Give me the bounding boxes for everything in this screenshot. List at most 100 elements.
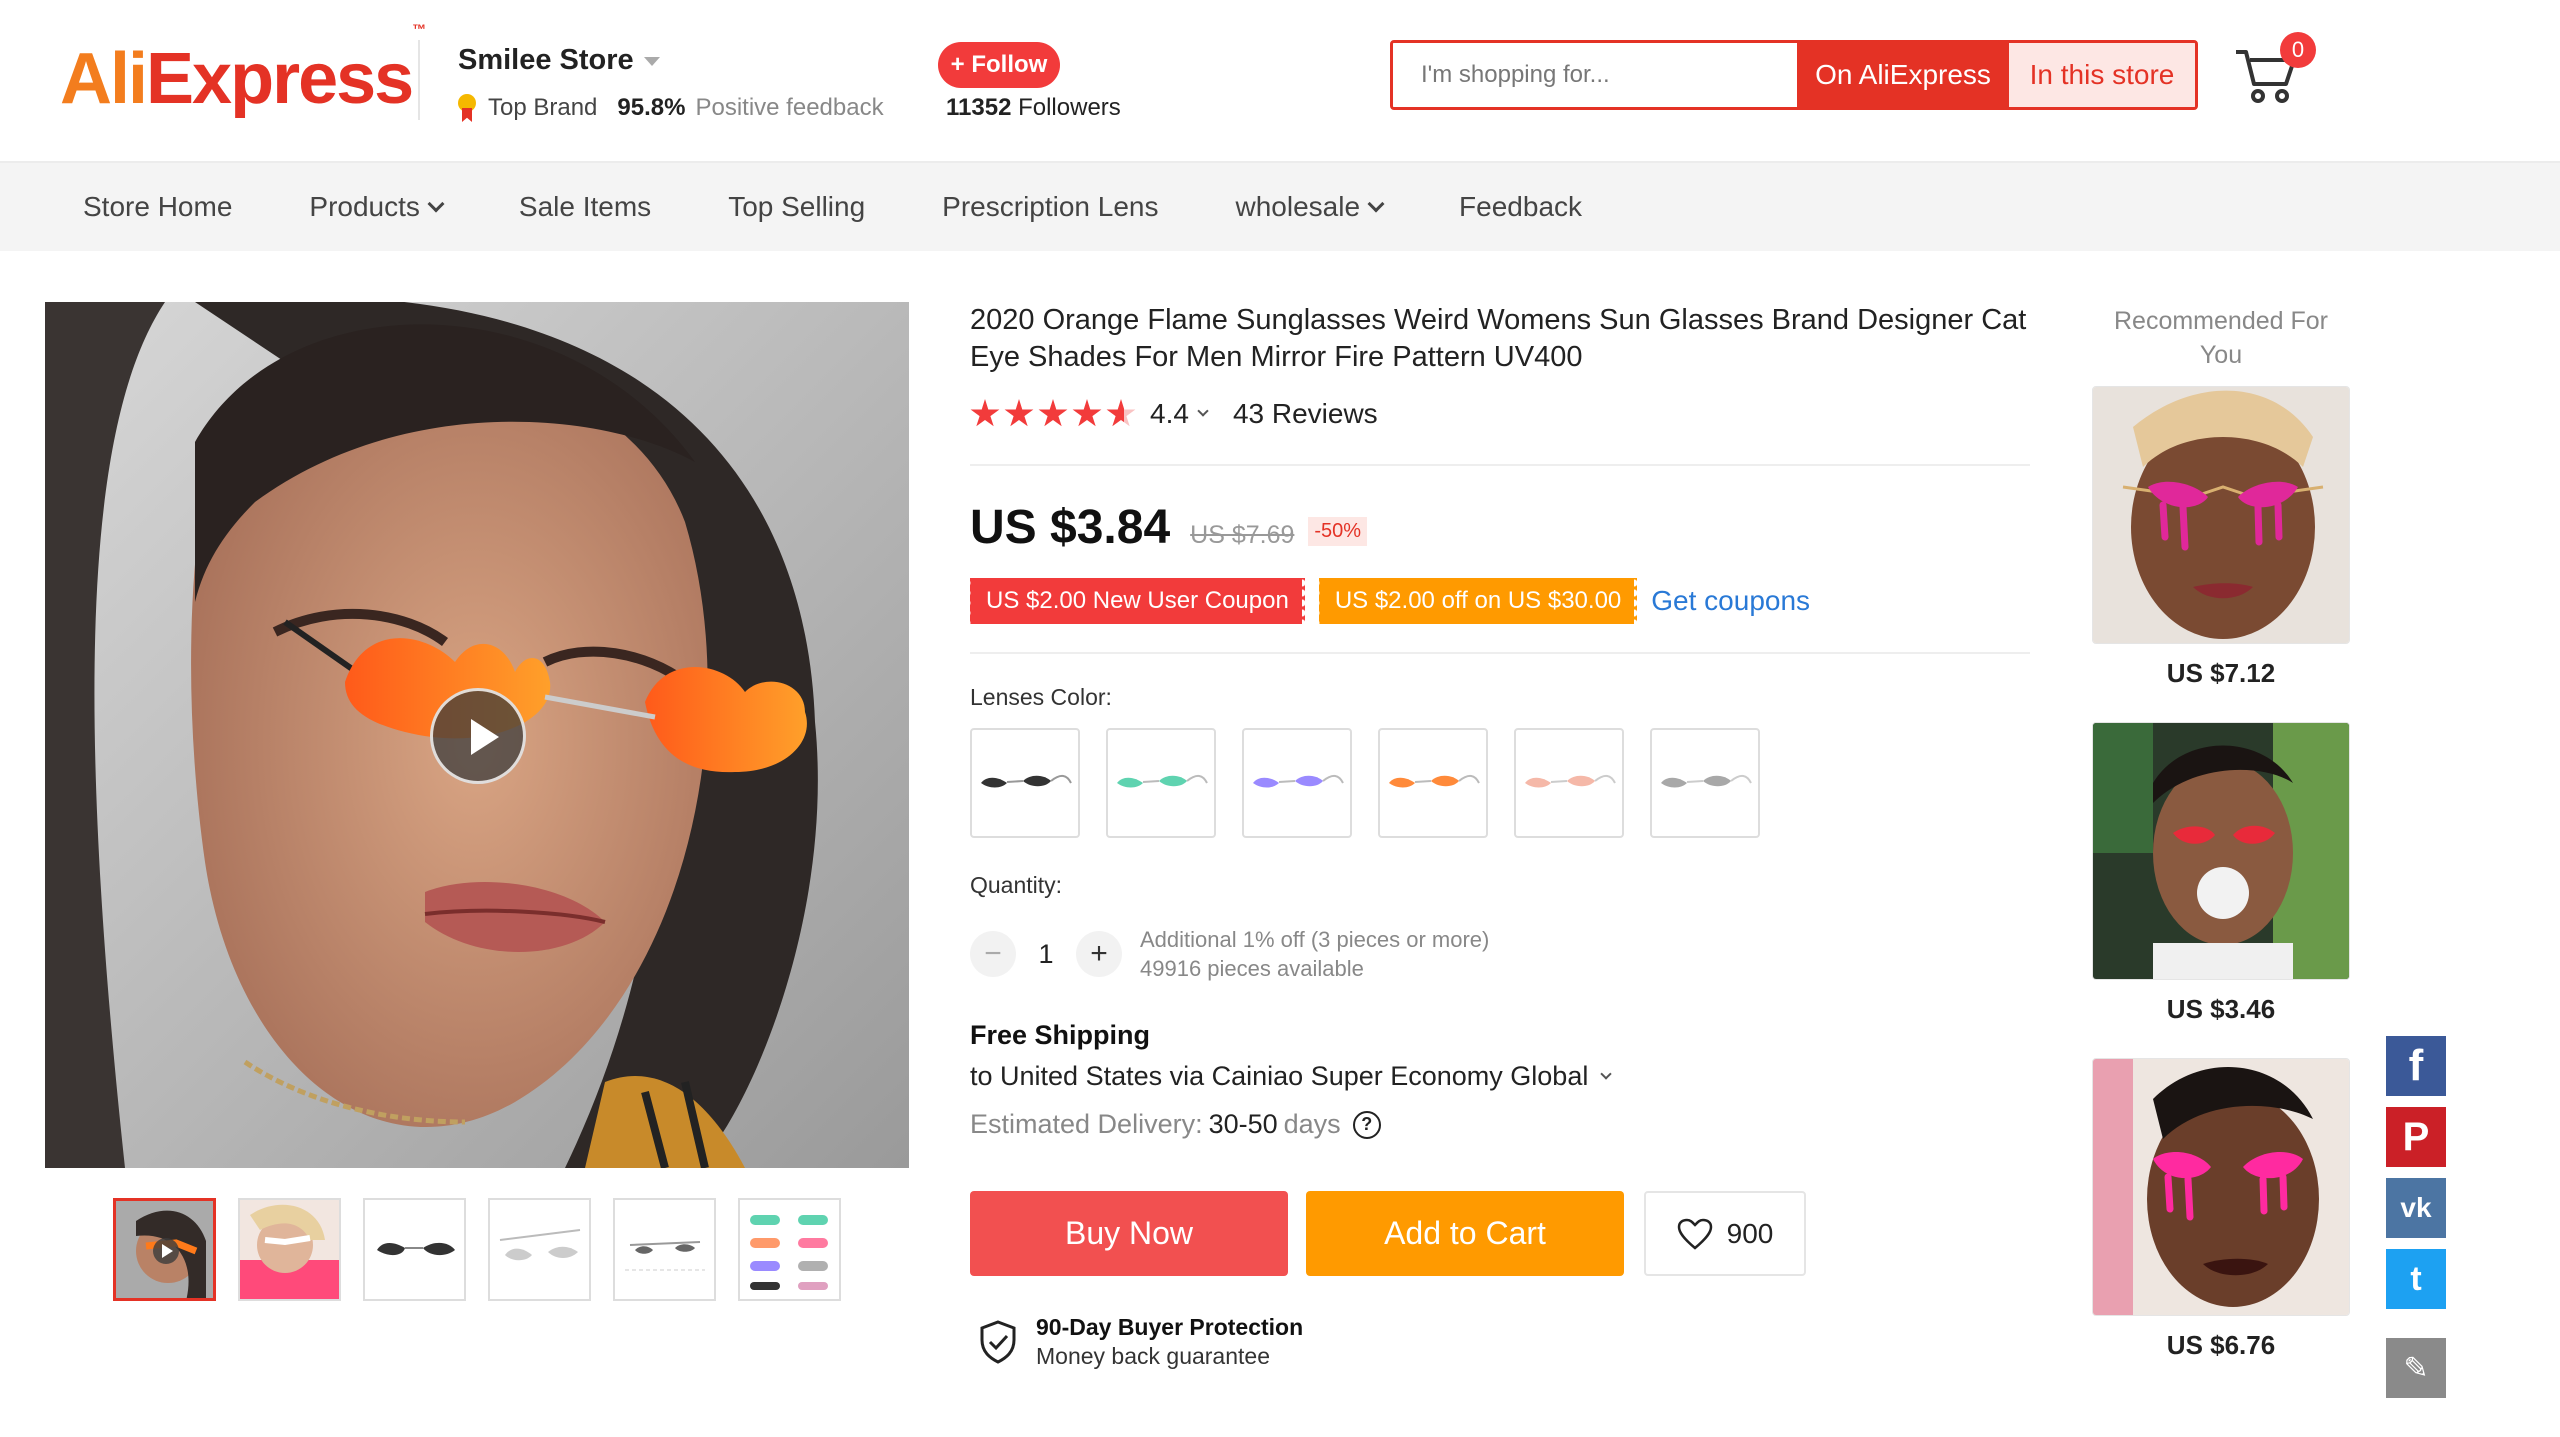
thumbnail-strip bbox=[113, 1198, 841, 1301]
site-header: AliExpress™ Smilee Store Top Brand 95.8%… bbox=[0, 0, 2560, 163]
estimated-delivery: Estimated Delivery: 30-50 days ? bbox=[970, 1109, 1381, 1140]
recommended-image[interactable] bbox=[2092, 386, 2350, 644]
store-nav: Store Home Products Sale Items Top Selli… bbox=[0, 163, 2560, 251]
star-icon bbox=[1072, 399, 1102, 427]
original-price: US $7.69 bbox=[1190, 521, 1295, 549]
discount-badge: -50% bbox=[1308, 517, 1368, 546]
top-brand-label: Top Brand bbox=[488, 94, 598, 121]
rating-row: 4.4 43 Reviews bbox=[970, 398, 1378, 430]
nav-store-home[interactable]: Store Home bbox=[83, 191, 232, 223]
quantity-increase-button[interactable]: + bbox=[1076, 931, 1122, 977]
reviews-link[interactable]: 43 Reviews bbox=[1233, 398, 1378, 430]
aliexpress-logo[interactable]: AliExpress™ bbox=[60, 21, 426, 120]
recommended-image[interactable] bbox=[2092, 1058, 2350, 1316]
nav-wholesale[interactable]: wholesale bbox=[1236, 191, 1385, 223]
swatch-purple[interactable] bbox=[1242, 728, 1352, 838]
recommended-title: Recommended For You bbox=[2114, 307, 2328, 369]
wishlist-count: 900 bbox=[1726, 1217, 1774, 1249]
current-price: US $3.84 bbox=[970, 501, 1171, 554]
chevron-down-icon bbox=[427, 195, 445, 213]
vk-share-icon[interactable]: vk bbox=[2386, 1178, 2446, 1238]
coupons-row: US $2.00 New User Coupon US $2.00 off on… bbox=[967, 578, 1810, 624]
product-title: 2020 Orange Flame Sunglasses Weird Women… bbox=[970, 304, 2027, 373]
shipping-title: Free Shipping bbox=[970, 1020, 1151, 1050]
store-name[interactable]: Smilee Store bbox=[458, 44, 660, 77]
quantity-decrease-button[interactable]: − bbox=[970, 931, 1016, 977]
nav-feedback[interactable]: Feedback bbox=[1459, 191, 1582, 223]
nav-prescription-lens[interactable]: Prescription Lens bbox=[942, 191, 1158, 223]
play-video-button[interactable] bbox=[430, 688, 526, 784]
pieces-available: 49916 pieces available bbox=[1140, 956, 1364, 981]
protection-subtitle: Money back guarantee bbox=[1036, 1343, 1270, 1369]
recommended-item[interactable]: US $3.46 bbox=[2092, 722, 2350, 1025]
quantity-value[interactable]: 1 bbox=[1016, 939, 1076, 970]
shield-check-icon bbox=[980, 1320, 1016, 1364]
top-brand-badge-icon bbox=[456, 94, 478, 122]
followers-count: 11352 Followers bbox=[946, 94, 1121, 121]
buy-now-button[interactable]: Buy Now bbox=[970, 1191, 1288, 1276]
search-in-store-button[interactable]: In this store bbox=[2009, 43, 2195, 107]
pinterest-share-icon[interactable]: P bbox=[2386, 1107, 2446, 1167]
star-icon bbox=[1038, 399, 1068, 427]
divider bbox=[970, 652, 2030, 654]
swatch-orange[interactable] bbox=[1378, 728, 1488, 838]
wishlist-button[interactable]: 900 bbox=[1644, 1191, 1806, 1276]
positive-feedback-label: Positive feedback bbox=[695, 94, 884, 121]
swatch-teal[interactable] bbox=[1106, 728, 1216, 838]
swatch-pink[interactable] bbox=[1514, 728, 1624, 838]
nav-products[interactable]: Products bbox=[309, 191, 445, 223]
quantity-label: Quantity: bbox=[970, 872, 1063, 898]
chevron-down-icon bbox=[643, 56, 660, 66]
star-half-icon bbox=[1106, 399, 1136, 427]
quantity-discount-note: Additional 1% off (3 pieces or more) bbox=[1140, 927, 1490, 952]
recommended-price: US $6.76 bbox=[2166, 1330, 2276, 1360]
add-to-cart-button[interactable]: Add to Cart bbox=[1306, 1191, 1624, 1276]
edit-icon[interactable]: ✎ bbox=[2386, 1338, 2446, 1398]
recommended-price: US $7.12 bbox=[2166, 658, 2276, 688]
shipping-method[interactable]: to United States via Cainiao Super Econo… bbox=[970, 1061, 1613, 1092]
star-icon bbox=[970, 399, 1000, 427]
swatch-black[interactable] bbox=[970, 728, 1080, 838]
thumbnail-4[interactable] bbox=[488, 1198, 591, 1301]
recommended-price: US $3.46 bbox=[2166, 994, 2276, 1024]
store-coupon[interactable]: US $2.00 off on US $30.00 bbox=[1315, 578, 1641, 624]
thumbnail-6[interactable] bbox=[738, 1198, 841, 1301]
nav-sale-items[interactable]: Sale Items bbox=[519, 191, 651, 223]
recommended-image[interactable] bbox=[2092, 722, 2350, 980]
thumbnail-1[interactable] bbox=[113, 1198, 216, 1301]
lens-color-swatches bbox=[970, 728, 1760, 838]
rating-value[interactable]: 4.4 bbox=[1150, 398, 1189, 430]
recommended-item[interactable]: US $7.12 bbox=[2092, 386, 2350, 689]
chevron-down-icon bbox=[1367, 195, 1385, 213]
thumbnail-3[interactable] bbox=[363, 1198, 466, 1301]
protection-title: 90-Day Buyer Protection bbox=[1036, 1314, 1304, 1340]
help-icon[interactable]: ? bbox=[1352, 1110, 1381, 1139]
search-input[interactable] bbox=[1393, 43, 1797, 107]
recommended-item[interactable]: US $6.76 bbox=[2092, 1058, 2350, 1361]
quantity-info: Additional 1% off (3 pieces or more) 499… bbox=[1140, 925, 1489, 983]
cart-count-badge: 0 bbox=[2280, 32, 2316, 68]
nav-top-selling[interactable]: Top Selling bbox=[728, 191, 865, 223]
facebook-share-icon[interactable]: f bbox=[2386, 1036, 2446, 1096]
quantity-stepper: − 1 + Additional 1% off (3 pieces or mor… bbox=[970, 925, 1489, 983]
buyer-protection: 90-Day Buyer Protection Money back guara… bbox=[978, 1313, 1303, 1371]
header-divider bbox=[418, 40, 420, 120]
new-user-coupon[interactable]: US $2.00 New User Coupon bbox=[967, 578, 1308, 624]
thumbnail-2[interactable] bbox=[238, 1198, 341, 1301]
heart-icon bbox=[1677, 1218, 1712, 1250]
search-bar: On AliExpress In this store bbox=[1390, 40, 2198, 110]
star-icon bbox=[1004, 399, 1034, 427]
divider bbox=[970, 464, 2030, 466]
follow-button[interactable]: + Follow bbox=[938, 42, 1060, 88]
chevron-down-icon bbox=[1600, 1067, 1613, 1080]
store-meta: Top Brand 95.8% Positive feedback bbox=[456, 94, 884, 122]
price-row: US $3.84 US $7.69 -50% bbox=[970, 500, 1368, 555]
twitter-share-icon[interactable]: t bbox=[2386, 1249, 2446, 1309]
thumbnail-5[interactable] bbox=[613, 1198, 716, 1301]
search-on-aliexpress-button[interactable]: On AliExpress bbox=[1797, 43, 2009, 107]
swatch-silver[interactable] bbox=[1650, 728, 1760, 838]
rating-stars bbox=[970, 399, 1136, 429]
positive-feedback-pct: 95.8% bbox=[617, 94, 686, 121]
chevron-down-icon bbox=[1197, 405, 1209, 417]
get-coupons-link[interactable]: Get coupons bbox=[1651, 585, 1810, 617]
